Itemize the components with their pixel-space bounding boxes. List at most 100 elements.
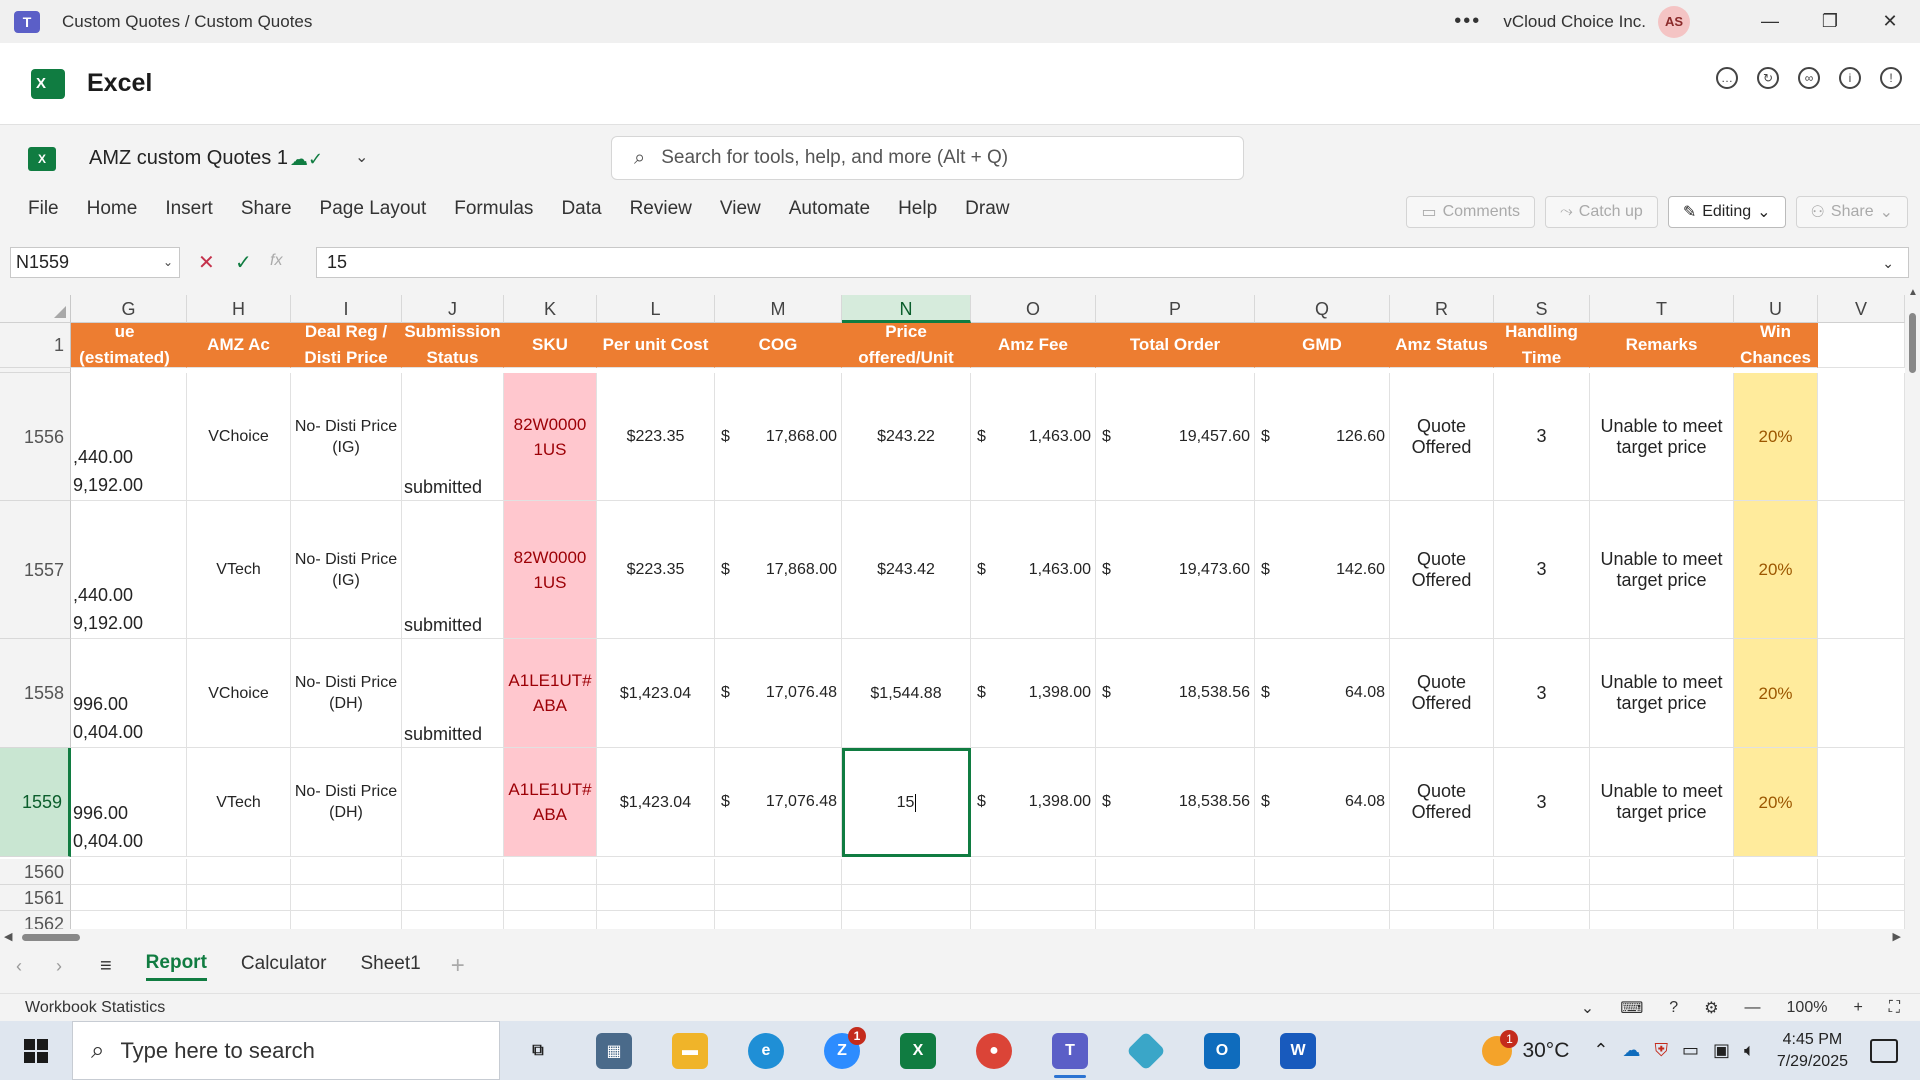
minimize-icon[interactable]: — bbox=[1740, 0, 1800, 43]
table-cell[interactable]: Quote Offered bbox=[1390, 639, 1494, 748]
tab-file[interactable]: File bbox=[28, 198, 59, 220]
table-cell[interactable] bbox=[971, 859, 1096, 885]
header-cell-u[interactable]: Win Chances bbox=[1734, 323, 1818, 368]
chevron-up-icon[interactable]: ⌃ bbox=[1593, 1040, 1608, 1061]
table-cell[interactable] bbox=[71, 911, 187, 929]
table-cell[interactable] bbox=[1818, 748, 1905, 857]
refresh-icon[interactable]: ↻ bbox=[1757, 67, 1779, 89]
header-cell-t[interactable]: Remarks bbox=[1590, 323, 1734, 368]
name-box[interactable]: N1559 ⌄ bbox=[10, 247, 180, 278]
search-input[interactable]: ⌕ Search for tools, help, and more (Alt … bbox=[611, 136, 1244, 180]
prev-sheet-icon[interactable]: ‹ bbox=[16, 956, 40, 977]
table-cell[interactable]: 996.00 0,404.00 bbox=[71, 748, 187, 857]
table-cell[interactable] bbox=[1818, 501, 1905, 639]
table-cell[interactable] bbox=[1390, 859, 1494, 885]
shield-icon[interactable]: ! bbox=[1880, 67, 1902, 89]
sheet-tab-calculator[interactable]: Calculator bbox=[241, 953, 327, 979]
row-header[interactable]: 1562 bbox=[0, 911, 71, 929]
table-cell[interactable]: $1,463.00 bbox=[971, 373, 1096, 501]
chevron-down-icon[interactable]: ⌄ bbox=[1581, 998, 1594, 1018]
tab-page-layout[interactable]: Page Layout bbox=[320, 198, 427, 220]
table-cell[interactable] bbox=[402, 748, 504, 857]
table-cell[interactable]: $17,868.00 bbox=[715, 373, 842, 501]
table-cell[interactable] bbox=[1096, 885, 1255, 911]
horizontal-scrollbar[interactable]: ◀ ▶ bbox=[0, 929, 1905, 946]
table-cell[interactable]: $142.60 bbox=[1255, 501, 1390, 639]
info-icon[interactable]: i bbox=[1839, 67, 1861, 89]
column-header-j[interactable]: J bbox=[402, 295, 504, 323]
table-cell[interactable] bbox=[971, 885, 1096, 911]
table-cell[interactable] bbox=[1734, 911, 1818, 929]
vertical-scrollbar[interactable]: ▲ bbox=[1905, 283, 1920, 929]
share-button[interactable]: ⚇ Share ⌄ bbox=[1795, 196, 1908, 228]
table-cell[interactable]: $126.60 bbox=[1255, 373, 1390, 501]
table-cell[interactable]: 3 bbox=[1494, 501, 1590, 639]
column-header-l[interactable]: L bbox=[597, 295, 715, 323]
formula-input[interactable]: 15 ⌄ bbox=[316, 247, 1909, 278]
header-cell-h[interactable]: AMZ Ac bbox=[187, 323, 291, 368]
header-cell-j[interactable]: Submission Status bbox=[402, 323, 504, 368]
table-cell[interactable]: $17,076.48 bbox=[715, 748, 842, 857]
taskbar-search-input[interactable]: ⌕ Type here to search bbox=[72, 1021, 500, 1080]
excel-app[interactable]: X bbox=[880, 1021, 956, 1080]
table-cell[interactable]: $223.35 bbox=[597, 373, 715, 501]
editing-button[interactable]: ✎ Editing ⌄ bbox=[1667, 196, 1786, 228]
chrome-app[interactable]: ● bbox=[956, 1021, 1032, 1080]
catch-up-button[interactable]: ⤳ Catch up bbox=[1544, 196, 1658, 228]
table-cell[interactable]: 20% bbox=[1734, 373, 1818, 501]
table-cell[interactable] bbox=[1255, 885, 1390, 911]
start-button[interactable] bbox=[0, 1021, 72, 1080]
table-cell[interactable]: VChoice bbox=[187, 373, 291, 501]
row-header[interactable]: 1560 bbox=[0, 859, 71, 885]
insert-function-icon[interactable]: fx bbox=[270, 252, 282, 270]
weather-widget[interactable]: 1 30°C bbox=[1482, 1029, 1569, 1066]
column-header-i[interactable]: I bbox=[291, 295, 402, 323]
horizontal-scroll-thumb[interactable] bbox=[22, 934, 80, 941]
spreadsheet-grid[interactable]: G H I J K L M N O P Q R S T U V 1 ue (estimated) AMZ Ac Dea… bbox=[0, 295, 1905, 929]
table-cell[interactable]: 20% bbox=[1734, 639, 1818, 748]
tab-automate[interactable]: Automate bbox=[789, 198, 870, 220]
app-diamond[interactable] bbox=[1108, 1021, 1184, 1080]
column-header-r[interactable]: R bbox=[1390, 295, 1494, 323]
scroll-left-icon[interactable]: ◀ bbox=[4, 930, 12, 943]
table-cell[interactable]: $64.08 bbox=[1255, 748, 1390, 857]
table-cell[interactable]: 20% bbox=[1734, 501, 1818, 639]
table-cell[interactable]: ,440.00 9,192.00 bbox=[71, 501, 187, 639]
table-cell[interactable] bbox=[187, 859, 291, 885]
tab-review[interactable]: Review bbox=[630, 198, 692, 220]
table-cell[interactable] bbox=[187, 885, 291, 911]
help-icon[interactable]: ? bbox=[1669, 999, 1678, 1017]
table-cell[interactable]: Unable to meet target price bbox=[1590, 501, 1734, 639]
feedback-icon[interactable]: ⚙ bbox=[1704, 998, 1718, 1018]
zoom-in-icon[interactable]: + bbox=[1853, 999, 1862, 1017]
scroll-right-icon[interactable]: ▶ bbox=[1893, 930, 1901, 943]
table-cell[interactable] bbox=[291, 859, 402, 885]
teams-app[interactable]: T bbox=[1032, 1021, 1108, 1080]
zoom-out-icon[interactable]: — bbox=[1745, 999, 1761, 1017]
add-sheet-icon[interactable]: + bbox=[451, 952, 465, 980]
table-cell[interactable]: $18,538.56 bbox=[1096, 639, 1255, 748]
table-cell[interactable] bbox=[597, 885, 715, 911]
table-cell[interactable]: Unable to meet target price bbox=[1590, 373, 1734, 501]
tab-help[interactable]: Help bbox=[898, 198, 937, 220]
table-cell[interactable] bbox=[1255, 911, 1390, 929]
table-cell[interactable] bbox=[1096, 911, 1255, 929]
security-icon[interactable]: ⛨ bbox=[1654, 1040, 1668, 1061]
enter-icon[interactable]: ✓ bbox=[235, 250, 252, 275]
column-header-q[interactable]: Q bbox=[1255, 295, 1390, 323]
table-cell[interactable] bbox=[1390, 911, 1494, 929]
outlook-app[interactable]: O bbox=[1184, 1021, 1260, 1080]
keyboard-icon[interactable]: ⌨ bbox=[1620, 998, 1643, 1018]
workbook-statistics[interactable]: Workbook Statistics bbox=[25, 999, 165, 1017]
table-cell[interactable]: submitted bbox=[402, 373, 504, 501]
table-cell[interactable]: 996.00 0,404.00 bbox=[71, 639, 187, 748]
table-cell[interactable]: $1,398.00 bbox=[971, 639, 1096, 748]
table-cell[interactable]: $17,076.48 bbox=[715, 639, 842, 748]
notifications-icon[interactable] bbox=[1870, 1038, 1898, 1063]
battery-icon[interactable]: ▭ bbox=[1682, 1040, 1699, 1061]
table-cell[interactable] bbox=[1590, 911, 1734, 929]
table-cell[interactable] bbox=[842, 911, 971, 929]
table-cell[interactable] bbox=[1818, 323, 1905, 368]
table-cell[interactable]: 20% bbox=[1734, 748, 1818, 857]
task-view-button[interactable]: ⧉ bbox=[500, 1021, 576, 1080]
